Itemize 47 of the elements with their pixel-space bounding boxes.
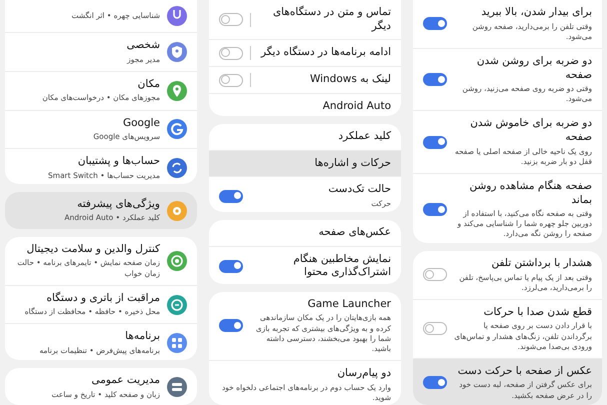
settings-item[interactable]: ادامه برنامه‌ها در دستگاه دیگر bbox=[209, 40, 401, 68]
item-title: هشدار با برداشتن تلفن bbox=[490, 256, 592, 271]
toggle-switch[interactable] bbox=[219, 46, 243, 60]
toggle-switch[interactable] bbox=[423, 17, 447, 30]
item-title: عکس از صفحه با حرکت دست bbox=[456, 364, 592, 378]
toggle-switch[interactable] bbox=[219, 260, 243, 273]
toggle-switch[interactable] bbox=[219, 74, 243, 87]
item-title: دو ضربه برای روشن شدن صفحه bbox=[476, 54, 592, 82]
toggle-switch[interactable] bbox=[423, 268, 447, 282]
item-title: Android Auto bbox=[322, 100, 391, 114]
item-title: Game Launcher bbox=[306, 298, 391, 312]
item-title: مکان bbox=[136, 78, 160, 92]
settings-item[interactable]: Android Auto bbox=[209, 94, 401, 116]
toggle-switch[interactable] bbox=[219, 13, 243, 26]
item-title: Google bbox=[122, 116, 160, 130]
item-title: عکس‌های صفحه bbox=[318, 226, 391, 240]
settings-item[interactable]: حرکات و اشاره‌ها bbox=[209, 150, 401, 178]
item-title: صفحه هنگام مشاهده روشن بماند bbox=[468, 180, 592, 208]
item-title: مراقبت از باتری و دستگاه bbox=[46, 292, 160, 306]
item-title: ادامه برنامه‌ها در دستگاه دیگر bbox=[260, 46, 391, 60]
settings-item[interactable]: نمایش مخاطبین هنگام اشتراک‌گذاری محتوا bbox=[209, 246, 401, 284]
settings-item[interactable]: عکس‌های صفحه bbox=[209, 220, 401, 247]
item-title: دو پیام‌رسان bbox=[336, 366, 391, 381]
item-title: ویژگی‌های پیشرفته bbox=[76, 198, 160, 212]
item-title: لینک به Windows bbox=[308, 73, 391, 88]
item-title: برنامه‌ها bbox=[124, 330, 160, 344]
item-title: قطع شدن صدا با حرکات bbox=[482, 306, 592, 320]
item-title: حرکات و اشاره‌ها bbox=[314, 156, 391, 170]
toggle-switch[interactable] bbox=[423, 136, 447, 149]
toggle-switch[interactable] bbox=[423, 73, 447, 86]
toggle-switch[interactable] bbox=[423, 322, 447, 336]
item-title: حساب‌ها و پشتیبان bbox=[76, 155, 160, 169]
item-title: برای بیدار شدن، بالا ببرید bbox=[480, 6, 592, 20]
item-title: کلید عملکرد bbox=[337, 130, 391, 144]
item-title: مدیریت عمومی bbox=[90, 374, 160, 388]
settings-item[interactable]: لینک به Windows bbox=[209, 67, 401, 94]
item-title: دو ضربه برای خاموش شدن صفحه bbox=[469, 117, 592, 145]
toggle-switch[interactable] bbox=[423, 376, 447, 390]
toggle-switch[interactable] bbox=[219, 319, 243, 332]
item-title: نمایش مخاطبین هنگام اشتراک‌گذاری محتوا bbox=[292, 252, 391, 280]
item-title: تماس و متن در دستگاه‌های دیگر bbox=[272, 6, 391, 34]
item-title: حالت تک‌دست bbox=[327, 183, 391, 197]
toggle-switch[interactable] bbox=[219, 190, 243, 203]
settings-item[interactable]: تماس و متن در دستگاه‌های دیگر bbox=[209, 0, 401, 40]
item-title: شخصی bbox=[126, 39, 160, 53]
toggle-switch[interactable] bbox=[423, 203, 447, 216]
item-title: کنترل والدین و سلامت دیجیتال bbox=[26, 242, 160, 256]
